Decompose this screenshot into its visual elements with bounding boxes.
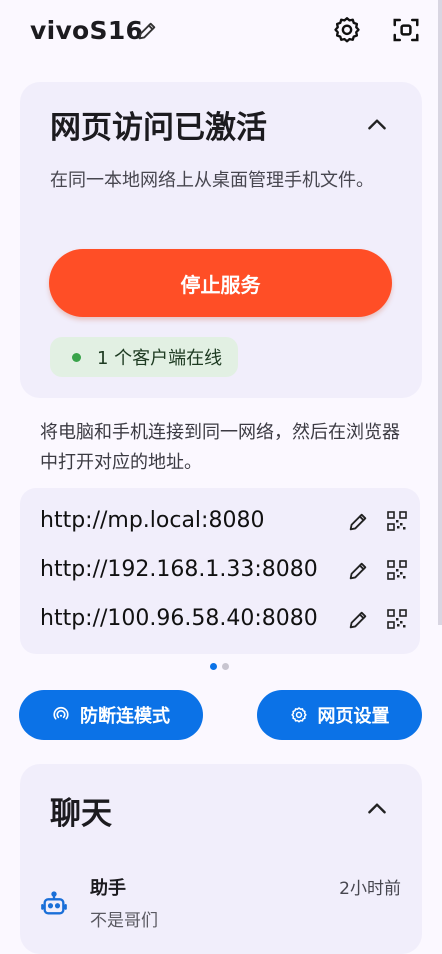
url-text[interactable]: http://100.96.58.40:8080 [40, 606, 318, 631]
chat-title: 聊天 [50, 796, 112, 832]
stop-service-button[interactable]: 停止服务 [49, 249, 392, 317]
chat-preview: 不是哥们 [90, 911, 158, 931]
scan-icon[interactable] [391, 15, 421, 45]
online-clients-badge: 1 个客户端在线 [50, 337, 239, 377]
pencil-icon[interactable] [347, 560, 369, 582]
pencil-icon[interactable] [347, 609, 369, 631]
gear-icon [290, 707, 307, 723]
qr-code-icon[interactable] [387, 560, 407, 580]
web-settings-button[interactable]: 网页设置 [257, 690, 422, 740]
robot-icon [41, 891, 67, 915]
qr-code-icon[interactable] [387, 609, 407, 629]
url-text[interactable]: http://192.168.1.33:8080 [40, 557, 318, 582]
web-access-card: 网页访问已激活 在同一本地网络上从桌面管理手机文件。 停止服务 1 个客户端在线 [20, 82, 422, 398]
page-indicator [210, 663, 229, 670]
anti-disconnect-button[interactable]: 防断连模式 [19, 690, 203, 740]
chat-name: 助手 [90, 878, 126, 899]
url-row: http://100.96.58.40:8080 [20, 600, 420, 640]
pencil-icon[interactable] [347, 511, 369, 533]
connection-hint: 将电脑和手机连接到同一网络，然后在浏览器中打开对应的地址。 [40, 422, 400, 473]
web-access-title: 网页访问已激活 [50, 110, 267, 146]
online-clients-label: 1 个客户端在线 [97, 348, 223, 369]
page-dot-active[interactable] [210, 663, 217, 670]
top-bar: vivoS16 [0, 0, 442, 64]
chat-list-item[interactable]: 助手 2小时前 不是哥们 [20, 864, 422, 934]
device-name: vivoS16 [30, 16, 144, 45]
url-row: http://mp.local:8080 [20, 502, 420, 542]
chevron-up-icon[interactable] [364, 796, 390, 822]
pencil-icon[interactable] [136, 20, 158, 42]
web-access-description: 在同一本地网络上从桌面管理手机文件。 [50, 170, 374, 191]
web-settings-label: 网页设置 [317, 706, 390, 727]
url-list: http://mp.local:8080 http://192.168.1.33… [20, 488, 420, 654]
anti-disconnect-label: 防断连模式 [80, 706, 170, 727]
chevron-up-icon[interactable] [364, 112, 390, 138]
chat-time: 2小时前 [339, 879, 401, 899]
signal-icon [53, 707, 69, 720]
gear-icon[interactable] [332, 15, 362, 45]
page-dot[interactable] [222, 663, 229, 670]
online-dot-icon [72, 352, 81, 362]
url-text[interactable]: http://mp.local:8080 [40, 508, 264, 533]
scrollbar[interactable] [438, 0, 442, 625]
url-row: http://192.168.1.33:8080 [20, 551, 420, 591]
chat-card: 聊天 助手 2小时前 不是哥们 [20, 764, 422, 954]
qr-code-icon[interactable] [387, 511, 407, 531]
